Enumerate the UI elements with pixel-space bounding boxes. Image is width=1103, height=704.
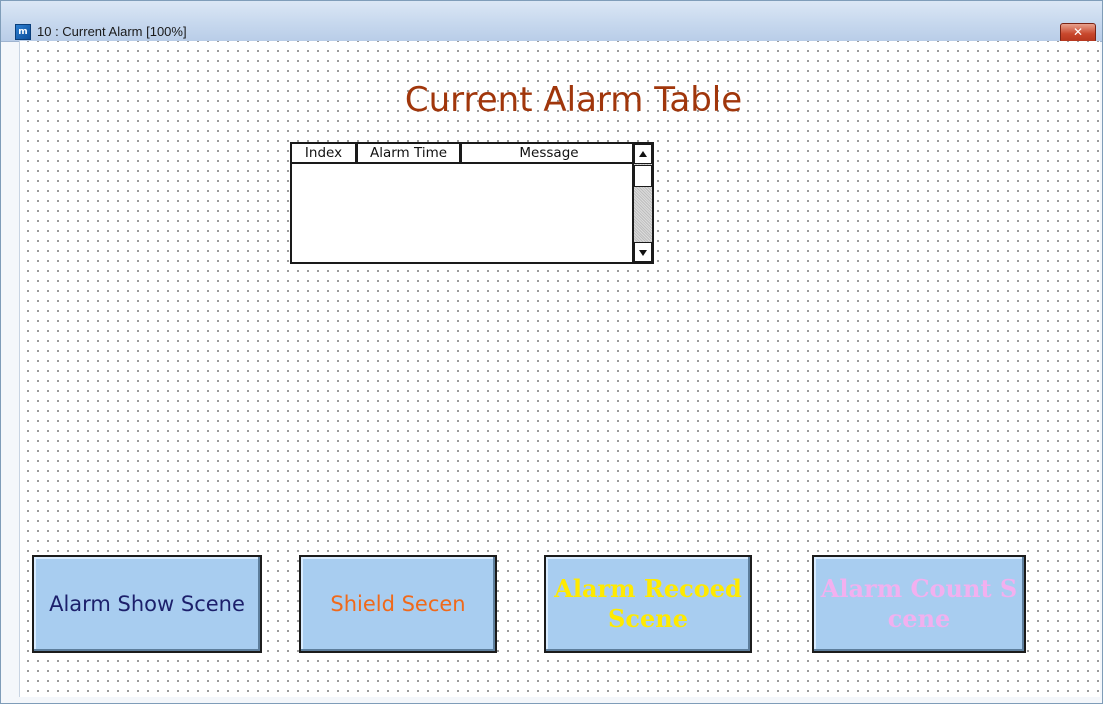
- window-titlebar[interactable]: m 10 : Current Alarm [100%] ✕: [1, 1, 1102, 43]
- shield-scene-label: Shield Secen: [330, 592, 466, 616]
- alarm-show-scene-label: Alarm Show Scene: [49, 592, 245, 616]
- alarm-count-scene-button[interactable]: Alarm Count Scene: [812, 555, 1026, 653]
- column-header-alarm-time[interactable]: Alarm Time: [358, 144, 462, 164]
- scroll-down-button[interactable]: [634, 242, 652, 262]
- alarm-record-scene-label: Alarm Recoed Scene: [554, 574, 742, 633]
- scroll-thumb[interactable]: [634, 165, 652, 187]
- alarm-count-scene-label: Alarm Count Scene: [820, 574, 1018, 633]
- arrow-down-icon: [639, 250, 647, 256]
- arrow-up-icon: [639, 151, 647, 157]
- app-icon: m: [15, 24, 31, 40]
- scroll-up-button[interactable]: [634, 144, 652, 164]
- page-title: Current Alarm Table: [404, 80, 743, 120]
- window-title: 10 : Current Alarm [100%]: [37, 24, 187, 39]
- alarm-show-scene-button[interactable]: Alarm Show Scene: [32, 555, 262, 653]
- current-alarm-table[interactable]: Index Alarm Time Message: [290, 142, 654, 264]
- column-header-message[interactable]: Message: [462, 144, 636, 164]
- table-scrollbar[interactable]: [632, 144, 652, 262]
- shield-scene-button[interactable]: Shield Secen: [299, 555, 497, 653]
- alarm-record-scene-button[interactable]: Alarm Recoed Scene: [544, 555, 752, 653]
- close-icon[interactable]: ✕: [1060, 23, 1096, 43]
- column-header-index[interactable]: Index: [292, 144, 358, 164]
